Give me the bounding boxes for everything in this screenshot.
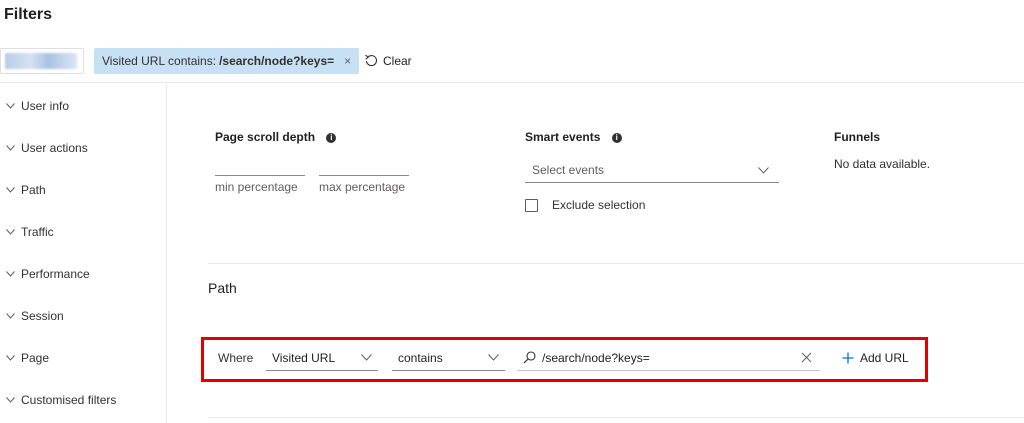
chevron-down-icon xyxy=(361,354,372,361)
min-percentage-input[interactable] xyxy=(215,158,305,176)
chevron-down-icon xyxy=(6,145,15,151)
url-search-input[interactable]: /search/node?keys= xyxy=(517,345,820,371)
sidebar-item-customised-filters[interactable]: Customised filters xyxy=(6,389,116,411)
path-field-dropdown[interactable]: Visited URL xyxy=(266,345,378,371)
scroll-depth-heading: Page scroll depth i xyxy=(215,130,337,144)
clear-label: Clear xyxy=(383,54,412,68)
header-divider xyxy=(0,82,1024,83)
funnels-empty-state: No data available. xyxy=(834,157,931,171)
smart-events-placeholder: Select events xyxy=(532,163,605,177)
chip-remove-button[interactable]: × xyxy=(344,54,351,68)
funnels-title: Funnels xyxy=(834,130,881,144)
chevron-down-icon xyxy=(758,166,769,174)
sidebar-item-label: Page xyxy=(21,351,50,365)
close-icon[interactable] xyxy=(801,352,812,363)
add-url-button[interactable]: Add URL xyxy=(842,345,909,371)
sidebar-item-label: User actions xyxy=(21,141,88,155)
exclude-selection-checkbox[interactable] xyxy=(525,198,538,212)
plus-icon xyxy=(842,352,854,364)
chevron-down-icon xyxy=(6,187,15,193)
chevron-down-icon xyxy=(6,103,15,109)
path-field-value: Visited URL xyxy=(272,350,336,365)
section-divider xyxy=(208,263,1024,264)
clear-filters-button[interactable]: Clear xyxy=(364,48,412,74)
exclude-selection-option: Exclude selection xyxy=(525,198,645,212)
active-filter-chip[interactable]: Visited URL contains: /search/node?keys=… xyxy=(94,48,360,74)
sidebar-item-session[interactable]: Session xyxy=(6,305,64,327)
info-icon[interactable]: i xyxy=(326,133,337,143)
chevron-down-icon xyxy=(6,397,15,403)
active-filters-bar: Visited URL contains: /search/node?keys=… xyxy=(0,48,1024,74)
blurred-filter-chip[interactable] xyxy=(0,48,84,74)
add-url-label: Add URL xyxy=(860,351,909,365)
chevron-down-icon xyxy=(6,229,15,235)
chip-prefix: Visited URL contains: xyxy=(102,54,217,68)
path-operator-value: contains xyxy=(398,350,443,365)
sidebar-item-label: Customised filters xyxy=(21,393,117,407)
path-section-title: Path xyxy=(208,280,237,296)
sidebar-item-performance[interactable]: Performance xyxy=(6,263,90,285)
sidebar-item-page[interactable]: Page xyxy=(6,347,49,369)
max-percentage-label: max percentage xyxy=(319,180,406,194)
sidebar-item-traffic[interactable]: Traffic xyxy=(6,221,54,243)
sidebar-item-label: User info xyxy=(21,99,70,113)
scroll-depth-title: Page scroll depth xyxy=(215,130,316,144)
sidebar-item-user-actions[interactable]: User actions xyxy=(6,137,88,159)
chip-value: /search/node?keys= xyxy=(219,54,335,68)
chevron-down-icon xyxy=(6,271,15,277)
sidebar-item-label: Performance xyxy=(21,267,90,281)
section-divider xyxy=(208,417,1024,418)
search-icon xyxy=(523,351,536,364)
chevron-down-icon xyxy=(6,313,15,319)
page-title: Filters xyxy=(4,6,53,23)
min-percentage-label: min percentage xyxy=(215,180,298,194)
sidebar-item-label: Traffic xyxy=(21,225,54,239)
sidebar-item-user-info[interactable]: User info xyxy=(6,95,69,117)
exclude-selection-label: Exclude selection xyxy=(552,198,646,212)
where-label: Where xyxy=(218,351,254,365)
sidebar-divider xyxy=(166,83,167,423)
sidebar-item-path[interactable]: Path xyxy=(6,179,46,201)
info-icon[interactable]: i xyxy=(611,133,622,143)
sidebar-item-label: Session xyxy=(21,309,64,323)
chevron-down-icon xyxy=(488,354,499,361)
sidebar-item-label: Path xyxy=(21,183,46,197)
max-percentage-input[interactable] xyxy=(319,158,409,176)
url-search-value: /search/node?keys= xyxy=(542,350,650,365)
path-operator-dropdown[interactable]: contains xyxy=(392,345,505,371)
smart-events-dropdown[interactable]: Select events xyxy=(525,158,779,183)
undo-icon xyxy=(365,54,377,67)
smart-events-heading: Smart events i xyxy=(525,130,622,144)
smart-events-title: Smart events xyxy=(525,130,601,144)
path-filter-row: Where Visited URL contains /search/node?… xyxy=(201,337,928,382)
chevron-down-icon xyxy=(6,355,15,361)
